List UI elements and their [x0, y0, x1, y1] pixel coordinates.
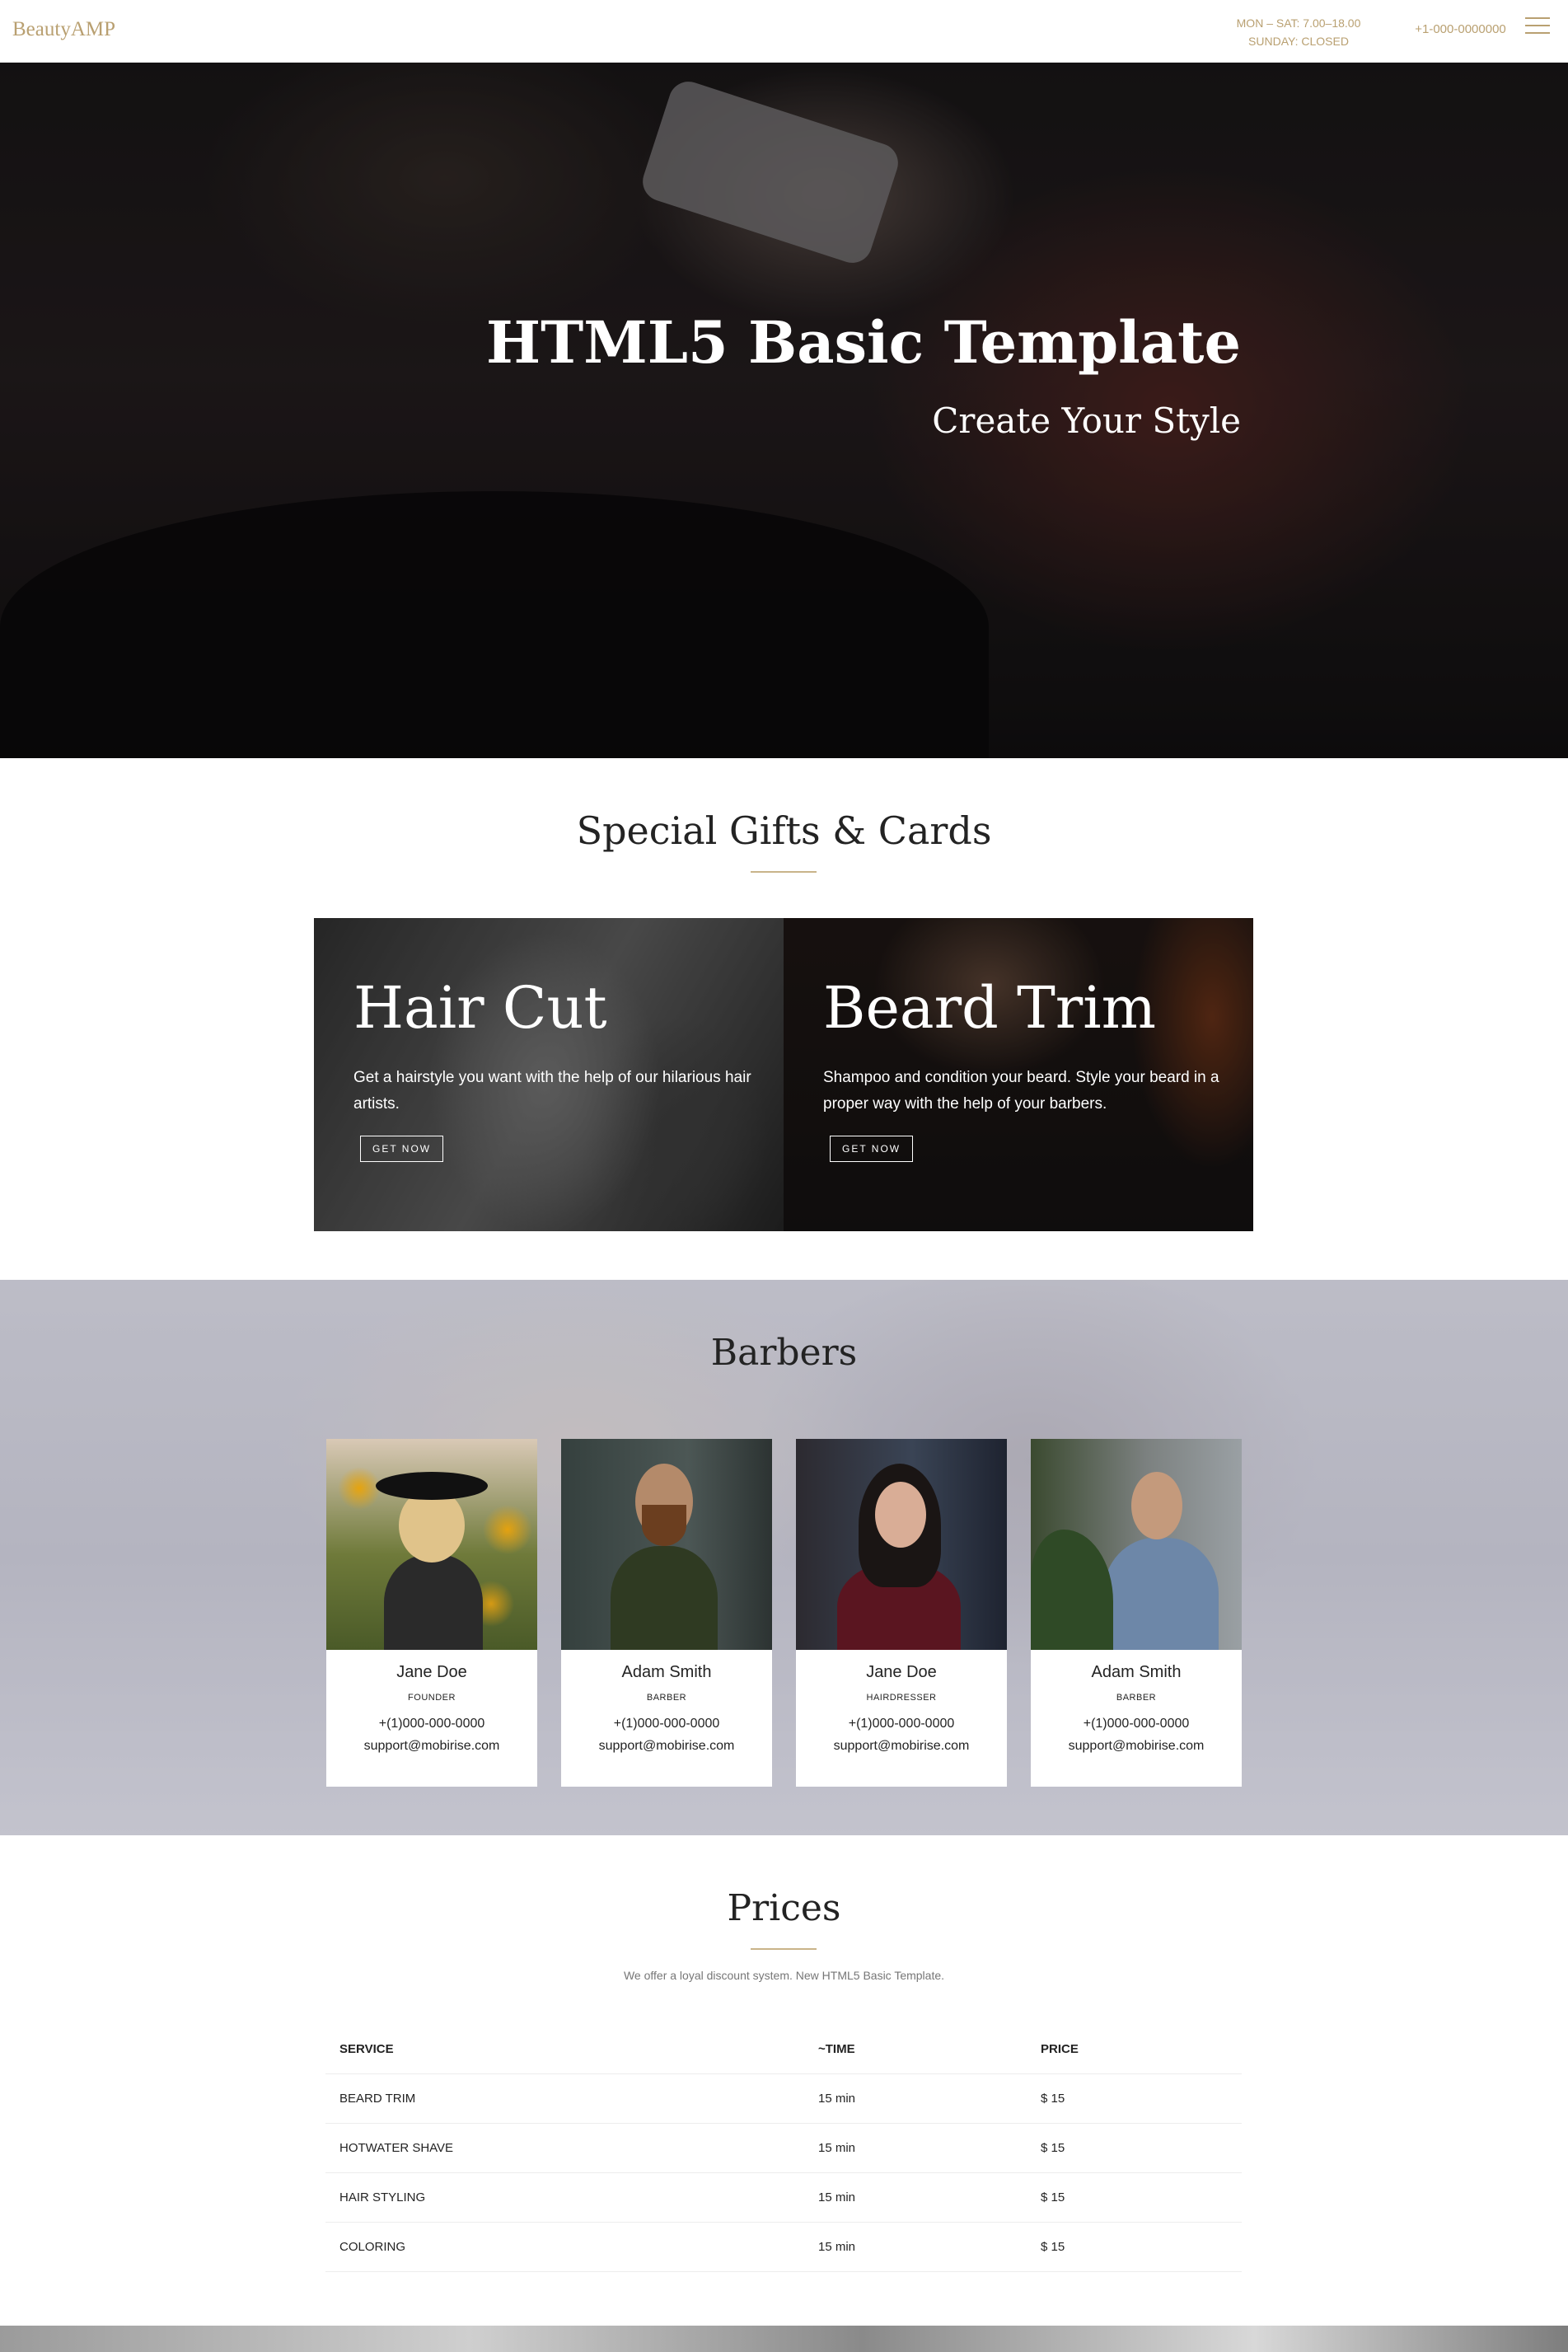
service-cell: BEARD TRIM [339, 2092, 416, 2106]
time-cell: 15 min [818, 2190, 856, 2204]
member-name: Adam Smith [1091, 1663, 1182, 1681]
table-row: COLORING 15 min $ 15 [325, 2223, 1242, 2272]
team-photo [561, 1439, 772, 1650]
member-email[interactable]: support@mobirise.com [561, 1739, 772, 1754]
price-table: SERVICE ~TIME PRICE BEARD TRIM 15 min $ … [325, 2025, 1242, 2272]
card-title: Hair Cut [353, 974, 607, 1042]
gift-card-hair-cut: Hair Cut Get a hairstyle you want with t… [314, 918, 784, 1231]
table-row: BEARD TRIM 15 min $ 15 [325, 2074, 1242, 2124]
photo-figure [1131, 1472, 1182, 1539]
hero-subtitle: Create Your Style [932, 401, 1241, 441]
team-photo [796, 1439, 1007, 1650]
member-name: Jane Doe [866, 1663, 937, 1681]
member-role: BARBER [1116, 1693, 1157, 1703]
photo-beard [642, 1505, 686, 1546]
member-role: FOUNDER [408, 1693, 456, 1703]
time-cell: 15 min [818, 2240, 856, 2254]
price-cell: $ 15 [1041, 2240, 1065, 2254]
prices-title: Prices [727, 1887, 841, 1929]
member-role: BARBER [646, 1693, 687, 1703]
navbar-phone[interactable]: +1-000-0000000 [1401, 22, 1520, 36]
service-cell: HOTWATER SHAVE [339, 2141, 454, 2155]
photo-figure [1103, 1538, 1219, 1650]
team-card: Adam Smith BARBER +(1)000-000-0000 suppo… [1031, 1439, 1242, 1787]
price-cell: $ 15 [1041, 2190, 1065, 2204]
time-cell: 15 min [818, 2092, 856, 2106]
team-card: Jane Doe FOUNDER +(1)000-000-0000 suppor… [326, 1439, 537, 1787]
gifts-title-underline [751, 871, 817, 873]
top-navbar: BeautyAMP MON – SAT: 7.00–18.00 SUNDAY: … [0, 0, 1568, 63]
table-header-row: SERVICE ~TIME PRICE [325, 2025, 1242, 2074]
next-section-image [0, 2326, 1568, 2352]
price-cell: $ 15 [1041, 2141, 1065, 2155]
member-email[interactable]: support@mobirise.com [796, 1739, 1007, 1754]
prices-note: We offer a loyal discount system. New HT… [623, 1969, 945, 1982]
table-row: HAIR STYLING 15 min $ 15 [325, 2173, 1242, 2223]
gift-card-beard-trim: Beard Trim Shampoo and condition your be… [784, 918, 1253, 1231]
hero-title: HTML5 Basic Template [486, 308, 1241, 377]
get-now-button[interactable]: GET NOW [360, 1136, 444, 1162]
hero-section: HTML5 Basic Template Create Your Style [0, 63, 1568, 758]
opening-hours: MON – SAT: 7.00–18.00 SUNDAY: CLOSED [1187, 14, 1411, 50]
photo-plant [1031, 1530, 1113, 1650]
card-text: Get a hairstyle you want with the help o… [353, 1069, 751, 1113]
card-text: Shampoo and condition your beard. Style … [823, 1069, 1219, 1113]
member-phone[interactable]: +(1)000-000-0000 [1031, 1717, 1242, 1731]
hours-weekdays: MON – SAT: 7.00–18.00 [1236, 16, 1361, 30]
service-cell: HAIR STYLING [339, 2190, 426, 2204]
member-phone[interactable]: +(1)000-000-0000 [561, 1717, 772, 1731]
header-service: SERVICE [339, 2042, 394, 2056]
photo-figure [611, 1546, 718, 1650]
barbers-title: Barbers [710, 1332, 858, 1374]
header-price: PRICE [1041, 2042, 1079, 2056]
brand-logo-link[interactable]: BeautyAMP [12, 18, 115, 41]
team-photo [1031, 1439, 1242, 1650]
gifts-title: Special Gifts & Cards [576, 808, 992, 853]
member-email[interactable]: support@mobirise.com [326, 1739, 537, 1754]
member-name: Jane Doe [396, 1663, 467, 1681]
photo-figure [384, 1554, 483, 1650]
photo-hat [376, 1472, 488, 1500]
team-photo [326, 1439, 537, 1650]
hamburger-icon[interactable] [1525, 17, 1552, 37]
time-cell: 15 min [818, 2141, 856, 2155]
member-name: Adam Smith [621, 1663, 712, 1681]
get-now-button[interactable]: GET NOW [830, 1136, 914, 1162]
price-cell: $ 15 [1041, 2092, 1065, 2106]
service-cell: COLORING [339, 2240, 406, 2254]
member-phone[interactable]: +(1)000-000-0000 [326, 1717, 537, 1731]
card-title: Beard Trim [823, 974, 1157, 1042]
hours-sunday: SUNDAY: CLOSED [1248, 35, 1349, 48]
table-row: HOTWATER SHAVE 15 min $ 15 [325, 2124, 1242, 2173]
photo-figure [875, 1482, 926, 1548]
team-card: Jane Doe HAIRDRESSER +(1)000-000-0000 su… [796, 1439, 1007, 1787]
member-email[interactable]: support@mobirise.com [1031, 1739, 1242, 1754]
team-card: Adam Smith BARBER +(1)000-000-0000 suppo… [561, 1439, 772, 1787]
member-phone[interactable]: +(1)000-000-0000 [796, 1717, 1007, 1731]
header-time: ~TIME [818, 2042, 855, 2056]
member-role: HAIRDRESSER [866, 1693, 937, 1703]
prices-title-underline [751, 1948, 817, 1950]
